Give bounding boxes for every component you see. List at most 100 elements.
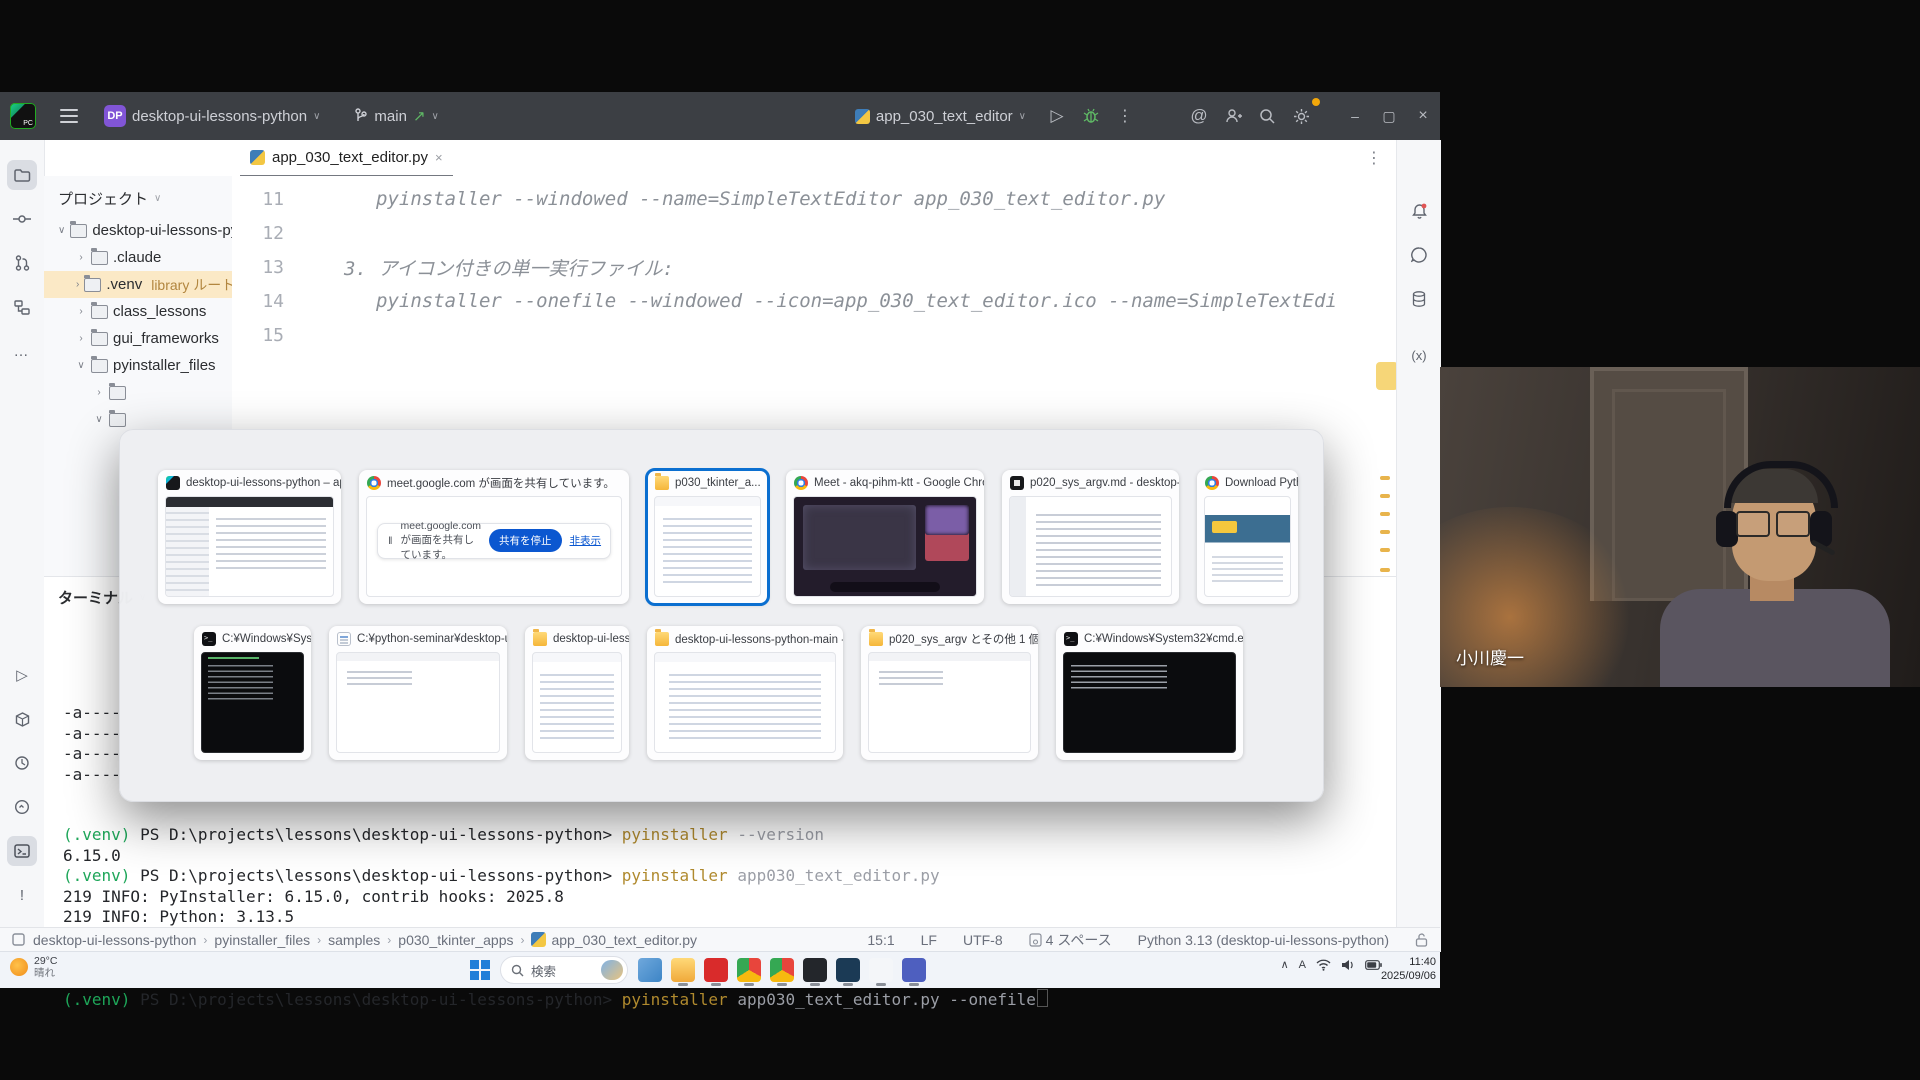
ai-assistant-button[interactable]: @ [1182, 101, 1216, 131]
tab-close-icon[interactable]: × [435, 150, 443, 165]
switcher-card[interactable]: C:¥Windows¥Syst... [194, 626, 311, 760]
window-thumbnail[interactable] [1063, 652, 1236, 753]
debug-button[interactable] [1074, 101, 1108, 131]
tree-chevron-icon[interactable]: › [76, 333, 86, 344]
volume-icon[interactable] [1341, 959, 1355, 971]
sciview-tool-button[interactable]: (x) [1404, 340, 1434, 370]
database-tool-button[interactable] [1404, 284, 1434, 314]
run-widget[interactable]: app_030_text_editor ∨ [855, 108, 1026, 125]
tree-chevron-icon[interactable]: › [76, 252, 86, 263]
breadcrumb-item[interactable]: app_030_text_editor.py [551, 932, 697, 948]
stop-sharing-button[interactable]: 共有を停止 [489, 529, 562, 552]
notifications-button[interactable] [1404, 196, 1434, 226]
run-tool-button[interactable]: ▷ [7, 660, 37, 690]
battery-icon[interactable] [1365, 960, 1382, 970]
tree-item[interactable]: ∨desktop-ui-lessons-py [44, 217, 232, 244]
tree-item[interactable]: ∨pyinstaller_files [44, 352, 232, 379]
project-panel-header[interactable]: プロジェクト ∨ [44, 176, 232, 217]
search-everywhere-button[interactable] [1250, 101, 1284, 131]
switcher-card[interactable]: Download Pyth... [1197, 470, 1298, 604]
code-with-me-button[interactable] [1216, 101, 1250, 131]
taskbar-icon-chrome-1[interactable] [737, 958, 761, 982]
more-tools-button[interactable]: … [7, 336, 37, 366]
settings-button[interactable] [1284, 101, 1318, 131]
taskbar-clock[interactable]: 11:40 2025/09/06 [1381, 955, 1436, 983]
problems-tool-button[interactable]: ! [7, 880, 37, 910]
taskbar-icon-github-desktop[interactable] [803, 958, 827, 982]
switcher-card[interactable]: desktop-ui-less... [525, 626, 629, 760]
tree-chevron-icon[interactable]: ∨ [58, 225, 65, 236]
breadcrumb-item[interactable]: samples [328, 932, 380, 948]
taskbar-search[interactable]: 検索 [500, 956, 628, 984]
switcher-card[interactable]: desktop-ui-lessons-python-main - エク... [647, 626, 843, 760]
project-tool-button[interactable] [7, 160, 37, 190]
breadcrumb[interactable]: desktop-ui-lessons-python›pyinstaller_fi… [33, 932, 697, 948]
switcher-card[interactable]: C:¥Windows¥System32¥cmd.exe [1056, 626, 1243, 760]
tree-chevron-icon[interactable]: › [76, 279, 79, 290]
taskbar-weather-widget[interactable]: 29°C 晴れ [10, 955, 57, 979]
tab-options-icon[interactable]: ⋮ [1366, 148, 1382, 168]
window-thumbnail[interactable] [654, 496, 761, 597]
switcher-card[interactable]: p020_sys_argv.md - desktop-ui-le... [1002, 470, 1179, 604]
unlock-icon[interactable] [1415, 933, 1428, 947]
taskbar-icon-photos[interactable] [638, 958, 662, 982]
taskbar-icon-teams[interactable] [902, 958, 926, 982]
switcher-card[interactable]: Meet - akq-pihm-ktt - Google Chrome [786, 470, 984, 604]
taskbar-icon-notepad[interactable] [869, 958, 893, 982]
python-interpreter[interactable]: Python 3.13 (desktop-ui-lessons-python) [1138, 932, 1389, 948]
taskbar-icon-chrome-2[interactable] [770, 958, 794, 982]
window-thumbnail[interactable] [532, 652, 622, 753]
window-thumbnail[interactable] [868, 652, 1031, 753]
python-console-tool-button[interactable] [7, 792, 37, 822]
tree-chevron-icon[interactable]: ∨ [76, 360, 86, 371]
taskbar-icon-acrobat[interactable] [704, 958, 728, 982]
breadcrumb-item[interactable]: desktop-ui-lessons-python [33, 932, 196, 948]
tree-item[interactable]: ›.claude [44, 244, 232, 271]
switcher-card[interactable]: p030_tkinter_a... [647, 470, 768, 604]
caret-position[interactable]: 15:1 [867, 932, 894, 948]
ime-indicator[interactable]: A [1299, 959, 1306, 971]
python-packages-tool-button[interactable] [7, 704, 37, 734]
tree-chevron-icon[interactable]: › [94, 387, 104, 398]
window-thumbnail[interactable] [165, 496, 334, 597]
minimize-button[interactable]: – [1338, 101, 1372, 131]
more-actions-button[interactable]: ⋮ [1108, 101, 1142, 131]
tree-item[interactable]: › [44, 379, 232, 406]
breadcrumb-item[interactable]: p030_tkinter_apps [398, 932, 513, 948]
hide-link[interactable]: 非表示 [570, 533, 602, 548]
project-widget[interactable]: DP desktop-ui-lessons-python ∨ [104, 105, 320, 127]
start-button[interactable] [470, 960, 490, 980]
tree-item[interactable]: ›.venvlibrary ルート [44, 271, 232, 298]
switcher-card[interactable]: desktop-ui-lessons-python – app... [158, 470, 341, 604]
tray-chevron-icon[interactable]: ∧ [1281, 958, 1289, 971]
pull-requests-tool-button[interactable] [7, 248, 37, 278]
switcher-card[interactable]: C:¥python-seminar¥desktop-ui-le... [329, 626, 507, 760]
tree-item[interactable]: ›gui_frameworks [44, 325, 232, 352]
main-menu-icon[interactable] [60, 109, 78, 123]
window-thumbnail[interactable] [793, 496, 977, 597]
window-thumbnail[interactable] [201, 652, 304, 753]
window-thumbnail[interactable] [1009, 496, 1172, 597]
run-button[interactable]: ▷ [1040, 101, 1074, 131]
line-separator[interactable]: LF [921, 932, 937, 948]
services-tool-button[interactable] [7, 748, 37, 778]
close-button[interactable]: × [1406, 101, 1440, 131]
terminal-tool-button[interactable] [7, 836, 37, 866]
window-thumbnail[interactable] [1204, 496, 1291, 597]
taskbar-icon-file-explorer[interactable] [671, 958, 695, 982]
breadcrumb-item[interactable]: pyinstaller_files [214, 932, 310, 948]
switcher-card[interactable]: p020_sys_argv とその他 1 個のタブ - ... [861, 626, 1038, 760]
switcher-card[interactable]: meet.google.com が画面を共有しています。‖meet.google… [359, 470, 629, 604]
ai-assistant-tool-button[interactable] [1404, 240, 1434, 270]
maximize-button[interactable]: ▢ [1372, 101, 1406, 131]
file-encoding[interactable]: UTF-8 [963, 932, 1003, 948]
taskbar-icon-terminal[interactable] [836, 958, 860, 982]
window-thumbnail[interactable] [336, 652, 500, 753]
indent-setting[interactable]: 4 スペース [1029, 930, 1112, 950]
window-thumbnail[interactable]: ‖meet.google.com が画面を共有しています。共有を停止非表示 [366, 496, 622, 597]
tree-chevron-icon[interactable]: ∨ [94, 414, 104, 425]
commit-tool-button[interactable] [7, 204, 37, 234]
wifi-icon[interactable] [1316, 959, 1331, 971]
vcs-widget[interactable]: main ↗ ∨ [354, 107, 438, 125]
window-thumbnail[interactable] [654, 652, 836, 753]
